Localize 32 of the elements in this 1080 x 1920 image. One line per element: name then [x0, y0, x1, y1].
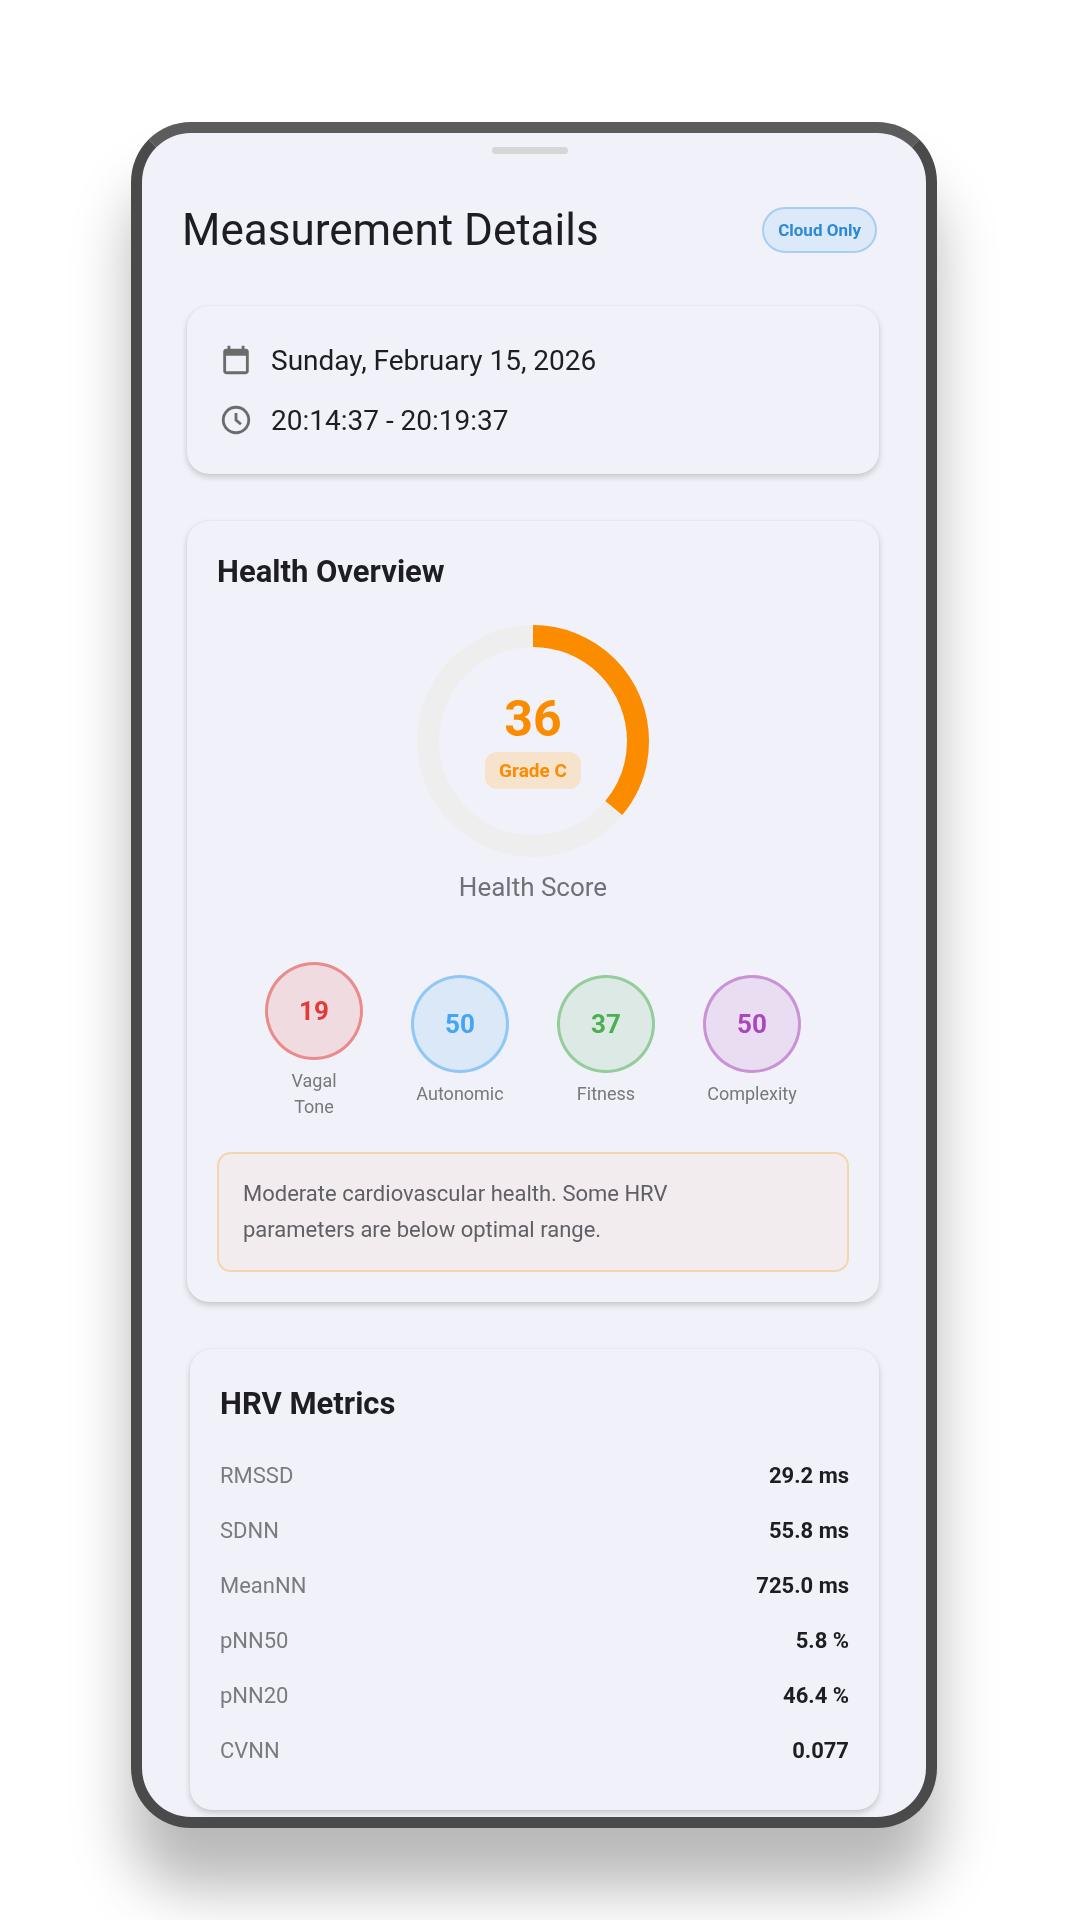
score-label: Health Score — [457, 872, 609, 902]
health-score: 36 — [504, 693, 562, 744]
page-title: Measurement Details — [182, 204, 599, 256]
metric-value: 0.077 — [792, 1738, 849, 1763]
subscore-label: Autonomic — [416, 1082, 504, 1106]
clock-icon — [219, 403, 253, 437]
grade-badge: Grade C — [485, 751, 581, 789]
subscore-label: Complexity — [707, 1082, 797, 1106]
subscore-label: Fitness — [576, 1082, 636, 1106]
metric-name: SDNN — [220, 1518, 279, 1543]
subscore-label: Vagal Tone — [291, 1069, 337, 1119]
card-title: HRV Metrics — [220, 1385, 397, 1422]
metric-value: 55.8 ms — [768, 1518, 849, 1543]
metric-name: CVNN — [220, 1738, 280, 1763]
metric-value: 46.4 % — [783, 1683, 849, 1708]
subscore-value: 50 — [737, 1009, 767, 1039]
health-note: Moderate cardiovascular health. Some HRV parameters are below optimal range. — [217, 1152, 849, 1272]
card-title: Health Overview — [217, 553, 446, 590]
metric-name: pNN50 — [220, 1628, 289, 1653]
drag-handle[interactable] — [491, 147, 568, 154]
metric-name: RMSSD — [220, 1463, 294, 1488]
metric-name: MeanNN — [220, 1573, 307, 1598]
session-time: 20:14:37 - 20:19:37 — [271, 403, 509, 437]
subscore-value: 50 — [445, 1009, 475, 1039]
session-date: Sunday, February 15, 2026 — [271, 343, 597, 377]
metric-value: 725.0 ms — [756, 1573, 849, 1598]
metric-name: pNN20 — [220, 1683, 289, 1708]
metric-value: 29.2 ms — [768, 1463, 849, 1488]
subscore-value: 37 — [591, 1009, 621, 1039]
subscore-value: 19 — [299, 996, 329, 1026]
metric-value: 5.8 % — [795, 1628, 849, 1653]
status-badge: Cloud Only — [762, 207, 877, 253]
